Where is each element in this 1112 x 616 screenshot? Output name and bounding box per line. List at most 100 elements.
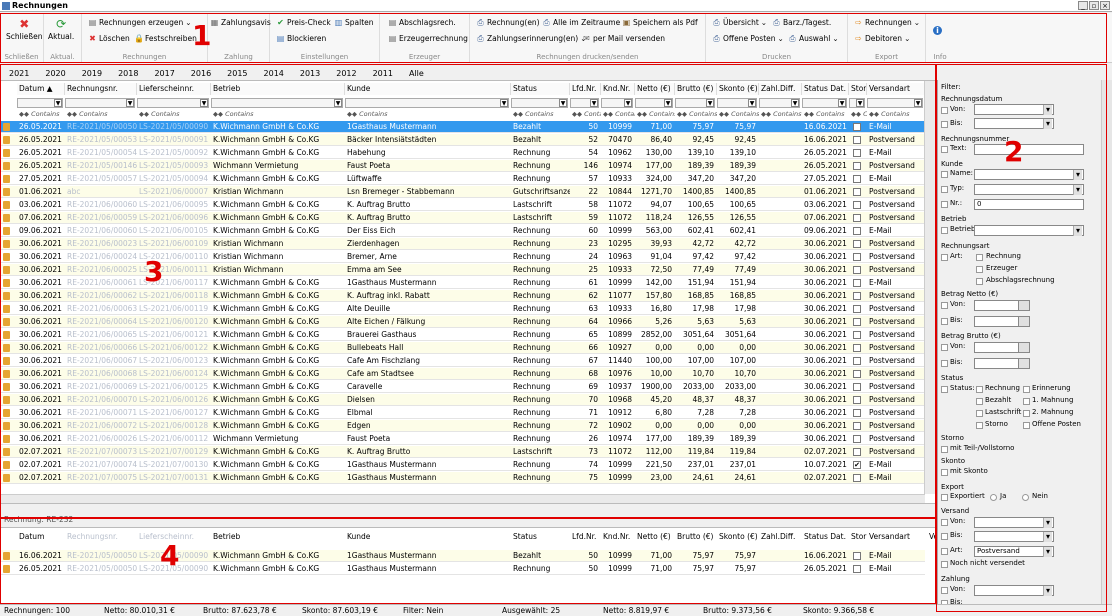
export-no-radio[interactable] (1022, 494, 1029, 501)
column-filter-operator[interactable]: ◆◆ Contains (572, 110, 601, 119)
table-row[interactable]: 30.06.2021 RE-2021/06/00069 LS-2021/06/001… (1, 381, 925, 393)
column-filter-operator[interactable]: ◆◆ Contains (139, 110, 211, 119)
column-filter-operator[interactable]: ◆◆ Contains (869, 110, 925, 119)
filter-funnel-icon[interactable]: ▼ (706, 99, 714, 107)
price-check-button[interactable]: ✔ Preis-Check (276, 18, 331, 27)
column-filter-kunde[interactable] (345, 98, 509, 108)
storno-checkbox[interactable] (853, 253, 861, 261)
net-to-spinner[interactable] (1018, 316, 1030, 327)
table-row[interactable]: 27.05.2021 RE-2021/05/00057 LS-2021/05/000… (1, 173, 925, 185)
storno-checkbox[interactable] (853, 370, 861, 378)
storno-checkbox[interactable] (853, 214, 861, 222)
filter-funnel-icon[interactable]: ▼ (126, 99, 134, 107)
column-filter-operator[interactable]: ◆◆ Contains (804, 110, 849, 119)
close-button[interactable]: ✖ Schließen (6, 17, 43, 41)
status-reminder-checkbox[interactable] (1023, 386, 1030, 393)
filter-funnel-icon[interactable]: ▼ (624, 99, 632, 107)
column-header-skonto[interactable]: Skonto (€) (717, 83, 759, 95)
storno-checkbox[interactable] (853, 344, 861, 352)
grid-vertical-scrollbar[interactable] (924, 81, 935, 494)
detail-column-header-nr[interactable]: Rechnungsnr. (65, 531, 137, 543)
export-invoices-button[interactable]: ⇨ Rechnungen ⌄ (854, 18, 920, 27)
delete-button[interactable]: ✖ Löschen (88, 34, 130, 43)
column-header-status[interactable]: Status (511, 83, 570, 95)
table-row[interactable]: 07.06.2021 RE-2021/06/00059 LS-2021/06/000… (1, 212, 925, 224)
exported-checkbox[interactable] (941, 494, 948, 501)
type-generator-checkbox[interactable] (976, 266, 983, 273)
detail-column-header-lfd[interactable]: Lfd.Nr. (570, 531, 601, 543)
date-to-picker[interactable] (974, 118, 1054, 129)
column-header-brutto[interactable]: Brutto (€) (675, 83, 717, 95)
gross-to-spinner[interactable] (1018, 358, 1030, 369)
table-row[interactable]: 26.05.2021 RE-2021/05/00054 LS-2021/05/000… (1, 147, 925, 159)
table-row[interactable]: 30.06.2021 RE-2021/06/00064 LS-2021/06/001… (1, 316, 925, 328)
status-dunning2-checkbox[interactable] (1023, 410, 1030, 417)
column-filter-operator[interactable]: ◆◆ Contains (677, 110, 717, 119)
column-filter-operator[interactable]: ◆◆ Contains (761, 110, 802, 119)
storno-checkbox[interactable] (853, 357, 861, 365)
column-header-sdate[interactable]: Status Dat. (802, 83, 849, 95)
detail-column-header-ver[interactable]: Ver (927, 531, 935, 543)
invoice-type-checkbox[interactable] (941, 254, 948, 261)
net-to-checkbox[interactable] (941, 318, 948, 325)
invoice-text-input[interactable] (974, 144, 1084, 155)
gross-to-checkbox[interactable] (941, 360, 948, 367)
filter-funnel-icon[interactable]: ▼ (559, 99, 567, 107)
business-dropdown[interactable] (974, 225, 1084, 236)
ship-from-picker[interactable] (974, 517, 1054, 528)
fix-button[interactable]: 🔒 Festschreiben (134, 34, 197, 43)
generator-invoice-button[interactable]: ▤ Erzeugerrechnung (388, 34, 468, 43)
table-row[interactable]: 30.06.2021 RE-2021/06/00065 LS-2021/06/001… (1, 329, 925, 341)
filter-funnel-icon[interactable]: ▼ (54, 99, 62, 107)
year-tab[interactable]: 2013 (291, 67, 327, 80)
storno-checkbox[interactable] (853, 435, 861, 443)
storno-checkbox[interactable] (853, 474, 861, 482)
column-filter-ls[interactable] (137, 98, 209, 108)
storno-checkbox[interactable] (853, 409, 861, 417)
storno-checkbox[interactable] (853, 279, 861, 287)
year-tab[interactable]: 2020 (36, 67, 72, 80)
filter-funnel-icon[interactable]: ▼ (590, 99, 598, 107)
ship-type-checkbox[interactable] (941, 548, 948, 555)
table-row[interactable]: 30.06.2021 RE-2021/06/00071 LS-2021/06/001… (1, 407, 925, 419)
column-header-netto[interactable]: Netto (€) (635, 83, 675, 95)
customer-name-dropdown[interactable] (974, 169, 1084, 180)
status-dunning1-checkbox[interactable] (1023, 398, 1030, 405)
table-row[interactable]: 30.06.2021 RE-2021/06/00068 LS-2021/06/001… (1, 368, 925, 380)
storno-checkbox[interactable] (853, 123, 861, 131)
date-from-picker[interactable] (974, 104, 1054, 115)
table-row[interactable]: 30.06.2021 RE-2021/06/00066 LS-2021/06/001… (1, 342, 925, 354)
status-invoice-checkbox[interactable] (976, 386, 983, 393)
storno-checkbox[interactable] (853, 305, 861, 313)
business-checkbox[interactable] (941, 227, 948, 234)
status-paid-checkbox[interactable] (976, 398, 983, 405)
storno-checkbox[interactable] (853, 266, 861, 274)
detail-column-header-sdate[interactable]: Status Dat. (802, 531, 849, 543)
block-button[interactable]: ▤ Blockieren (276, 34, 327, 43)
column-header-lfd[interactable]: Lfd.Nr. (570, 83, 601, 95)
table-row[interactable]: 01.06.2021 abc LS-2021/06/00007 Kristian Wi… (1, 186, 925, 198)
payment-advice-button[interactable]: ▦ Zahlungsavis (210, 18, 271, 27)
pay-from-checkbox[interactable] (941, 587, 948, 594)
column-filter-operator[interactable]: ◆◆ Contains (637, 110, 675, 119)
export-debtors-button[interactable]: ⇨ Debitoren ⌄ (854, 34, 910, 43)
column-filter-operator[interactable]: ◆◆ Contains (67, 110, 137, 119)
customer-type-dropdown[interactable] (974, 184, 1084, 195)
table-row[interactable]: 02.07.2021 RE-2021/07/00073 LS-2021/07/001… (1, 446, 925, 458)
column-header-kunde[interactable]: Kunde (345, 83, 511, 95)
table-row[interactable]: 30.06.2021 RE-2021/06/00024 LS-2021/06/001… (1, 251, 925, 263)
gross-from-spinner[interactable] (1018, 342, 1030, 353)
table-row[interactable]: 30.06.2021 RE-2021/06/00025 LS-2021/06/001… (1, 264, 925, 276)
year-tab[interactable]: 2012 (327, 67, 363, 80)
filter-funnel-icon[interactable]: ▼ (856, 99, 864, 107)
text-checkbox[interactable] (941, 146, 948, 153)
print-all-period-button[interactable]: ⎙ Alle im Zeitraume (542, 18, 620, 27)
close-window-button[interactable]: × (1100, 1, 1110, 10)
detail-column-header-status[interactable]: Status (511, 531, 570, 543)
net-from-checkbox[interactable] (941, 302, 948, 309)
storno-checkbox[interactable]: ✔ (853, 461, 861, 469)
table-row[interactable]: 30.06.2021 RE-2021/06/00023 LS-2021/06/001… (1, 238, 925, 250)
year-tab[interactable]: Alle (400, 67, 431, 80)
column-header-date[interactable]: Datum ▲ (17, 83, 65, 95)
info-button[interactable]: i (933, 26, 942, 35)
